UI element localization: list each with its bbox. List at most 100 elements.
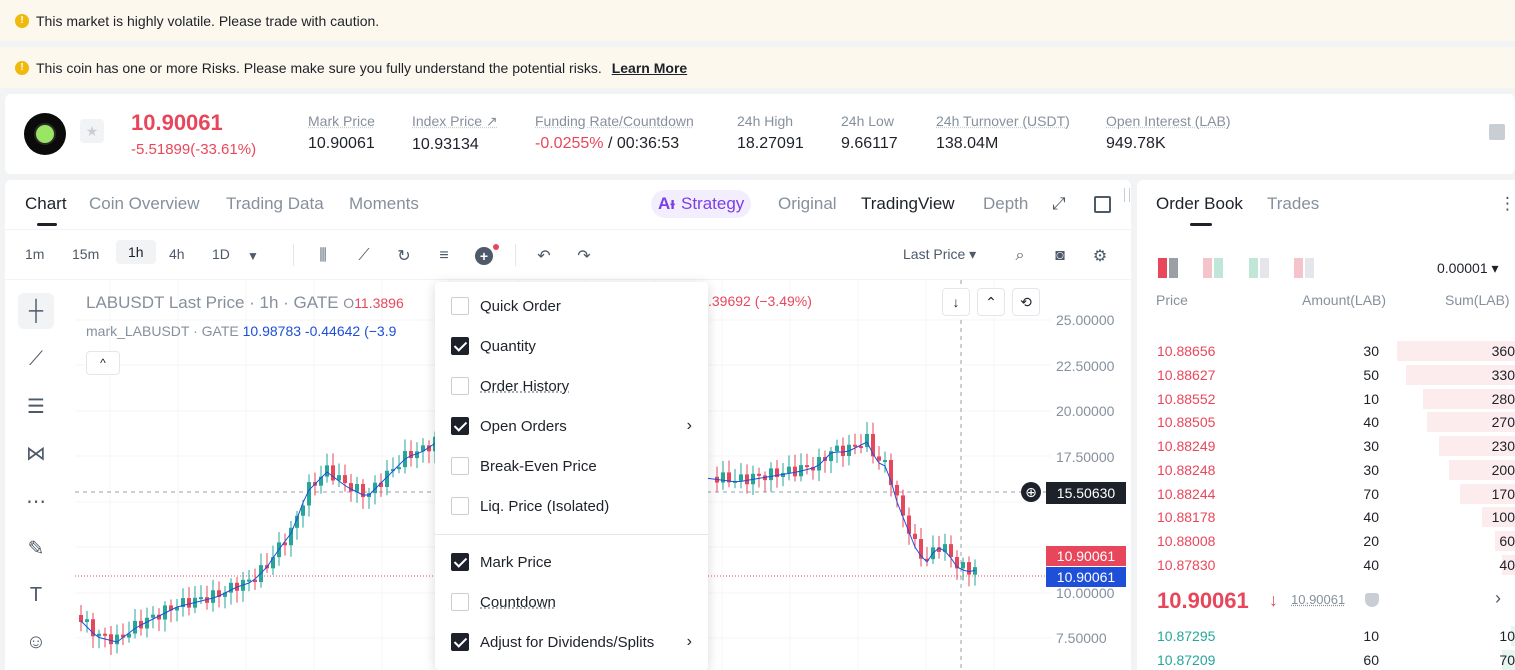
trend-line-icon[interactable]: ⟋ [18, 341, 54, 377]
indicator-icon[interactable]: ⟋ [355, 247, 373, 265]
tab-depth[interactable]: Depth [983, 194, 1028, 214]
tab-trades[interactable]: Trades [1267, 194, 1319, 214]
menu-item-quick-order[interactable]: Quick Order [435, 286, 708, 326]
chart-toolbar: 1m 15m 1h 4h 1D ▼ ⫼ ⟋ ↻ ≡ + ↶ ↷ Last Pri… [5, 230, 1131, 280]
row-price: 10.88249 [1157, 438, 1216, 454]
chevron-down-icon[interactable]: ▼ [244, 247, 262, 265]
checkbox[interactable] [451, 497, 469, 515]
menu-item-liq-price-isolated[interactable]: Liq. Price (Isolated) [435, 486, 708, 526]
candle [103, 633, 107, 636]
crosshair-icon[interactable]: ┼ [18, 293, 54, 329]
row-price: 10.87295 [1157, 628, 1216, 644]
menu-item-adjust-for-dividends-splits[interactable]: Adjust for Dividends/Splits › [435, 622, 708, 662]
candle [787, 466, 791, 474]
tab-moments[interactable]: Moments [349, 194, 419, 214]
checkbox[interactable] [451, 633, 469, 651]
stat-label[interactable]: Index Price ↗ [412, 113, 498, 130]
menu-item-order-history[interactable]: Order History [435, 366, 708, 406]
view-bids-icon[interactable] [1203, 258, 1223, 278]
camera-icon[interactable]: ◙ [1051, 247, 1069, 265]
add-order-icon[interactable]: ⊕ [1021, 482, 1041, 502]
checkbox[interactable] [451, 417, 469, 435]
view-both-icon[interactable] [1158, 258, 1178, 278]
emoji-icon[interactable]: ☺ [18, 624, 54, 660]
pattern-icon[interactable]: ⋈ [18, 435, 54, 471]
timeframe-1h[interactable]: 1h [116, 240, 156, 264]
resize-handle[interactable] [1124, 188, 1130, 202]
refresh-icon[interactable]: ↻ [395, 247, 413, 265]
timeframe-4h[interactable]: 4h [169, 246, 185, 262]
loop-icon[interactable]: ⟲ [1012, 288, 1040, 316]
strategy-button[interactable]: Aᵻ Strategy [651, 190, 752, 218]
row-amount: 30 [1363, 461, 1379, 478]
checkbox[interactable] [451, 457, 469, 475]
bid-row[interactable]: 10.87209 60 70 [1137, 648, 1515, 670]
ask-row[interactable]: 10.88244 70 170 [1137, 482, 1515, 506]
tab-trading-data[interactable]: Trading Data [226, 194, 324, 214]
price-type-select[interactable]: Last Price ▾ [903, 246, 976, 263]
ask-row[interactable]: 10.88552 10 280 [1137, 387, 1515, 411]
row-price: 10.88248 [1157, 461, 1216, 478]
learn-more-link[interactable]: Learn More [612, 60, 687, 76]
guide-book-icon[interactable] [1489, 124, 1505, 140]
menu-item-mark-price[interactable]: Mark Price [435, 542, 708, 582]
menu-item-quantity[interactable]: Quantity [435, 326, 708, 366]
ask-row[interactable]: 10.88656 30 360 [1137, 339, 1515, 363]
checkbox[interactable] [451, 297, 469, 315]
ask-row[interactable]: 10.88627 50 330 [1137, 363, 1515, 387]
timeframe-1d[interactable]: 1D [212, 246, 230, 262]
text-icon[interactable]: T [18, 577, 54, 613]
tab-tradingview[interactable]: TradingView [861, 194, 955, 214]
ask-row[interactable]: 10.88008 20 60 [1137, 529, 1515, 553]
brush-icon[interactable]: ✎ [18, 530, 54, 566]
more-options-icon[interactable]: ⋮ [1499, 194, 1515, 214]
menu-item-open-orders[interactable]: Open Orders › [435, 406, 708, 446]
redo-icon[interactable]: ↷ [575, 247, 593, 265]
precision-select[interactable]: 0.00001 ▾ [1437, 260, 1499, 277]
down-arrow-icon: ↓ [1269, 590, 1278, 610]
collapse-legend-button[interactable]: ^ [86, 351, 120, 375]
search-icon[interactable]: ⌕ [1011, 247, 1029, 265]
scroll-down-icon[interactable]: ↓ [942, 288, 970, 316]
risk-banner: ! This coin has one or more Risks. Pleas… [0, 47, 1515, 88]
favorite-star-icon[interactable]: ★ [80, 119, 104, 143]
window-icon[interactable] [1094, 196, 1111, 213]
stat-label: 24h High [737, 113, 794, 129]
tab-chart[interactable]: Chart [25, 194, 67, 226]
candlestick-icon[interactable]: ⫼ [314, 247, 332, 265]
ask-row[interactable]: 10.88505 40 270 [1137, 410, 1515, 434]
settings-list-icon[interactable]: ≡ [435, 247, 453, 265]
fib-icon[interactable]: ⋯ [18, 483, 54, 519]
timeframe-15m[interactable]: 15m [72, 246, 99, 262]
tab-order-book[interactable]: Order Book [1156, 194, 1243, 226]
toolbar-divider [515, 244, 516, 266]
volatility-banner: ! This market is highly volatile. Please… [0, 0, 1515, 41]
tab-original[interactable]: Original [778, 194, 837, 214]
menu-item-label: Mark Price [480, 553, 552, 571]
tab-coin-overview[interactable]: Coin Overview [89, 194, 200, 214]
checkbox[interactable] [451, 553, 469, 571]
ask-row[interactable]: 10.88249 30 230 [1137, 434, 1515, 458]
checkbox[interactable] [451, 593, 469, 611]
candle [415, 451, 419, 459]
checkbox[interactable] [451, 377, 469, 395]
menu-item-countdown[interactable]: Countdown [435, 582, 708, 622]
timeframe-1m[interactable]: 1m [25, 246, 44, 262]
chevron-right-icon[interactable]: › [1495, 588, 1501, 609]
ask-row[interactable]: 10.88178 40 100 [1137, 505, 1515, 529]
add-icon[interactable]: + [475, 247, 493, 265]
gear-icon[interactable]: ⚙ [1091, 247, 1109, 265]
horizontal-lines-icon[interactable]: ☰ [18, 388, 54, 424]
view-split-icon[interactable] [1249, 258, 1269, 278]
stat-value: -0.0255% / 00:36:53 [535, 135, 694, 153]
ask-row[interactable]: 10.87830 40 40 [1137, 553, 1515, 577]
bid-row[interactable]: 10.87295 10 10 [1137, 624, 1515, 648]
checkbox[interactable] [451, 337, 469, 355]
view-asks-icon[interactable] [1294, 258, 1314, 278]
expand-icon[interactable]: ⤢ [1052, 194, 1066, 214]
y-axis-label: 20.00000 [1056, 403, 1115, 419]
ask-row[interactable]: 10.88248 30 200 [1137, 458, 1515, 482]
undo-icon[interactable]: ↶ [535, 247, 553, 265]
menu-item-break-even-price[interactable]: Break-Even Price [435, 446, 708, 486]
collapse-icon[interactable]: ⌃ [977, 288, 1005, 316]
